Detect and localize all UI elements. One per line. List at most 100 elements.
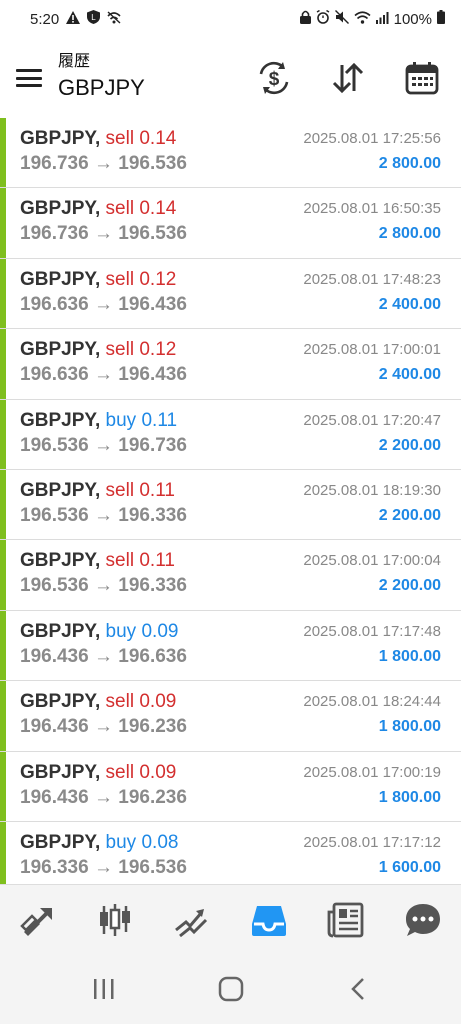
deal-accent-bar [0,821,6,892]
deal-accent-bar [0,610,6,681]
deal-symbol: GBPJPY, [20,620,101,642]
sort-icon[interactable] [328,58,368,98]
deal-profit: 2 400.00 [378,366,441,384]
deal-symbol: GBPJPY, [20,128,101,149]
deal-row[interactable]: GBPJPY, sell 0.14 196.736 → 196.536 2025.0… [0,188,461,259]
messages-tab[interactable] [399,896,447,944]
deal-volume: 0.11 [141,409,178,431]
deal-symbol: GBPJPY, [20,761,101,783]
deal-profit: 1 600.00 [378,858,441,876]
arrow-icon: → [93,364,113,386]
deal-volume: 0.09 [139,761,177,783]
deal-profit: 2 200.00 [378,506,441,524]
status-bar: 5:20 L 100% [0,0,461,38]
deal-prices: 196.536 → 196.336 [20,575,187,597]
page-title: 履歴 [58,53,91,70]
signal-icon [375,11,389,28]
deal-time: 2025.08.01 17:00:01 [303,341,441,359]
deal-side: sell 0.12 [106,339,177,360]
deal-side: buy 0.09 [106,621,179,642]
deal-side: sell 0.14 [106,198,177,219]
deal-close-price: 196.336 [118,575,187,597]
back-button[interactable] [333,969,383,1009]
arrow-icon: → [93,223,113,245]
wifi-off-icon [107,10,121,28]
deal-close-price: 196.436 [118,364,187,386]
deal-volume: 0.09 [139,691,177,713]
deal-open-price: 196.636 [20,364,89,386]
arrow-icon: → [93,504,113,526]
deal-time: 2025.08.01 17:48:23 [303,270,441,288]
bottom-tab-bar [0,884,461,955]
deal-open-price: 196.736 [20,223,89,245]
deal-prices: 196.436 → 196.636 [20,646,187,668]
deal-row[interactable]: GBPJPY, sell 0.14 196.736 → 196.536 2025.0… [0,118,461,189]
deal-accent-bar [0,540,6,610]
deal-volume: 0.12 [139,268,177,290]
deal-profit: 2 800.00 [378,155,441,172]
status-time: 5:20 [30,10,60,28]
deal-row[interactable]: GBPJPY, sell 0.09 196.436 → 196.236 2025.0… [0,681,461,752]
deal-prices: 196.636 → 196.436 [20,364,187,386]
deal-close-price: 196.536 [118,856,187,878]
deal-side: sell 0.14 [106,128,177,149]
deal-symbol: GBPJPY, [20,268,101,290]
deal-row[interactable]: GBPJPY, buy 0.11 196.536 → 196.736 2025.08… [0,399,461,470]
deal-side: buy 0.08 [106,832,179,853]
currency-exchange-icon[interactable]: $ [254,58,294,98]
arrow-icon: → [93,434,113,456]
lock-icon [299,10,311,28]
deal-row[interactable]: GBPJPY, sell 0.12 196.636 → 196.436 2025.0… [0,258,461,330]
news-tab[interactable] [322,896,370,944]
deal-prices: 196.736 → 196.536 [20,223,187,245]
chart-tab[interactable] [91,896,139,944]
deal-side-label: sell [105,479,135,501]
deal-open-price: 196.436 [20,786,89,808]
deal-side-label: sell [105,339,135,361]
deal-volume: 0.11 [139,479,175,501]
calendar-icon[interactable] [402,58,442,98]
deal-time: 2025.08.01 16:50:35 [303,200,441,218]
deal-title: GBPJPY, sell 0.09 [20,691,176,713]
deal-row[interactable]: GBPJPY, sell 0.11 196.536 → 196.336 2025.0… [0,469,461,541]
deal-time: 2025.08.01 17:20:47 [303,411,441,429]
deal-row[interactable]: GBPJPY, sell 0.12 196.636 → 196.436 2025.0… [0,329,461,400]
recents-button[interactable] [79,969,129,1009]
deal-close-price: 196.536 [118,153,187,174]
deal-open-price: 196.636 [20,293,89,315]
deal-title: GBPJPY, buy 0.08 [20,832,178,854]
deal-prices: 196.536 → 196.336 [20,505,187,527]
home-button[interactable] [206,969,256,1009]
mute-icon [334,10,349,28]
deal-side: buy 0.11 [106,410,178,431]
deal-row[interactable]: GBPJPY, buy 0.08 196.336 → 196.536 2025.08… [0,821,461,893]
deal-profit: 2 200.00 [378,577,441,595]
history-tab[interactable] [245,896,293,944]
deal-row[interactable]: GBPJPY, sell 0.11 196.536 → 196.336 2025.0… [0,540,461,611]
menu-icon[interactable] [16,69,42,87]
system-nav-bar [0,954,461,1024]
deal-prices: 196.436 → 196.236 [20,716,187,738]
trade-tab[interactable] [168,896,216,944]
deal-side-label: sell [105,691,135,713]
status-right: 100% [299,9,445,28]
warning-icon [66,10,81,28]
deal-side: sell 0.09 [106,762,177,783]
deal-accent-bar [0,329,6,399]
deal-close-price: 196.736 [118,434,187,456]
deal-side-label: sell [105,128,135,149]
deal-close-price: 196.536 [118,223,187,245]
deal-row[interactable]: GBPJPY, sell 0.09 196.436 → 196.236 2025.0… [0,751,461,822]
deal-time: 2025.08.01 18:24:44 [303,693,441,711]
app-header: 履歴 GBPJPY $ [0,38,461,116]
deal-side-label: sell [105,550,135,572]
deal-accent-bar [0,469,6,540]
deal-accent-bar [0,258,6,329]
deal-accent-bar [0,399,6,469]
quotes-tab[interactable] [14,896,62,944]
deal-row[interactable]: GBPJPY, buy 0.09 196.436 → 196.636 2025.08… [0,610,461,682]
deal-accent-bar [0,751,6,821]
battery-percent: 100% [393,10,432,28]
deal-volume: 0.14 [139,128,177,149]
arrow-icon: → [93,293,113,315]
